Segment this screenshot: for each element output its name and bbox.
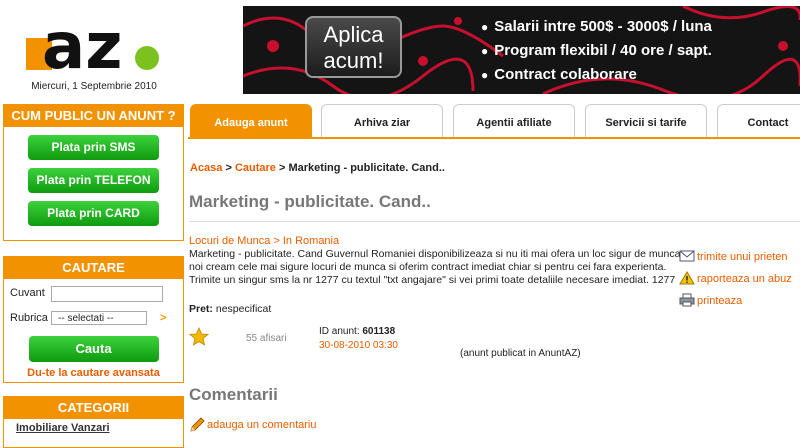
report-abuse-label: raporteaza un abuz — [697, 273, 792, 285]
breadcrumb-home[interactable]: Acasa — [190, 162, 222, 174]
ad-price: Pret: nespecificat — [189, 303, 271, 315]
category-select[interactable]: -- selectati -- — [51, 311, 147, 325]
current-date: Miercuri, 1 Septembrie 2010 — [31, 81, 157, 92]
go-arrow-icon[interactable]: > — [160, 312, 166, 324]
price-value: nespecificat — [212, 303, 272, 315]
comments-title: Comentarii — [189, 385, 278, 404]
search-box-title: CAUTARE — [4, 257, 183, 279]
publish-box-title: CUM PUBLIC UN ANUNT ? — [4, 105, 183, 127]
price-label: Pret: — [189, 303, 213, 315]
categories-box: CATEGORII Imobiliare Vanzari — [3, 396, 184, 448]
view-count: 55 afisari — [246, 333, 287, 344]
category-label: Rubrica — [10, 312, 48, 324]
tab-contact[interactable]: Contact — [717, 104, 800, 139]
publish-box: CUM PUBLIC UN ANUNT ? Plata prin SMS Pla… — [3, 104, 184, 241]
warning-icon — [679, 271, 695, 285]
send-to-friend-link[interactable]: trimite unui prieten — [679, 249, 792, 271]
search-box: CAUTARE Cuvant Rubrica -- selectati -- >… — [3, 256, 184, 383]
breadcrumb: Acasa > Cautare > Marketing - publicitat… — [190, 162, 445, 174]
apply-line-1: Aplica — [323, 22, 384, 47]
add-comment-link[interactable]: adauga un comentariu — [189, 417, 316, 433]
search-button[interactable]: Cauta — [28, 336, 159, 362]
breadcrumb-current: Marketing - publicitate. Cand.. — [288, 162, 445, 174]
banner-bullet: Program flexibil / 40 ore / sapt. — [481, 39, 712, 63]
add-comment-label: adauga un comentariu — [207, 419, 317, 431]
published-in: (anunt publicat in AnuntAZ) — [460, 348, 581, 359]
pay-sms-button[interactable]: Plata prin SMS — [28, 135, 159, 160]
pay-phone-button[interactable]: Plata prin TELEFON — [28, 168, 159, 193]
pencil-icon — [190, 417, 205, 432]
ad-date: 30-08-2010 03:30 — [319, 340, 398, 351]
tab-agencies[interactable]: Agentii afiliate — [453, 104, 575, 139]
advanced-search-link[interactable]: Du-te la cautare avansata — [4, 367, 183, 379]
pay-card-button[interactable]: Plata prin CARD — [28, 201, 159, 226]
banner-bullets: Salarii intre 500$ - 3000$ / luna Progra… — [481, 15, 712, 87]
ad-actions: trimite unui prieten raporteaza un abuz … — [679, 249, 792, 315]
ad-id-value: 601138 — [362, 326, 396, 337]
envelope-icon — [679, 250, 695, 262]
ad-id-label: ID anunt: — [319, 326, 363, 337]
job-banner[interactable]: Aplica acum! Salarii intre 500$ - 3000$ … — [243, 6, 800, 94]
logo-graphic: az — [26, 10, 159, 84]
keyword-label: Cuvant — [10, 287, 45, 299]
tab-underline — [188, 137, 800, 139]
report-abuse-link[interactable]: raporteaza un abuz — [679, 271, 792, 293]
banner-bullet: Contract colaborare — [481, 63, 712, 87]
site-logo[interactable]: az — [22, 8, 162, 84]
tab-archive[interactable]: Arhiva ziar — [321, 104, 443, 139]
ad-body: Marketing - publicitate. Cand Guvernul R… — [189, 248, 681, 286]
breadcrumb-sep: > — [222, 162, 235, 174]
ad-category-link[interactable]: Locuri de Munca > In Romania — [189, 235, 339, 247]
apply-now-button[interactable]: Aplica acum! — [305, 16, 402, 78]
banner-bullet: Salarii intre 500$ - 3000$ / luna — [481, 15, 712, 39]
logo-text: az — [42, 10, 122, 76]
title-divider — [189, 221, 800, 222]
ad-id: ID anunt: 601138 — [319, 326, 395, 337]
category-link[interactable]: Imobiliare Vanzari — [4, 419, 183, 434]
apply-line-2: acum! — [323, 48, 384, 73]
send-to-friend-label: trimite unui prieten — [697, 251, 788, 263]
categories-box-title: CATEGORII — [4, 397, 183, 419]
tab-services[interactable]: Servicii si tarife — [585, 104, 707, 139]
printer-icon — [679, 293, 695, 307]
page-title: Marketing - publicitate. Cand.. — [189, 192, 431, 211]
favorite-star-icon[interactable] — [188, 326, 210, 352]
keyword-input[interactable] — [51, 286, 163, 302]
breadcrumb-sep: > — [275, 162, 289, 174]
breadcrumb-search[interactable]: Cautare — [235, 162, 276, 174]
print-label: printeaza — [697, 295, 743, 307]
tab-add-ad[interactable]: Adauga anunt — [190, 104, 312, 139]
print-link[interactable]: printeaza — [679, 293, 792, 315]
